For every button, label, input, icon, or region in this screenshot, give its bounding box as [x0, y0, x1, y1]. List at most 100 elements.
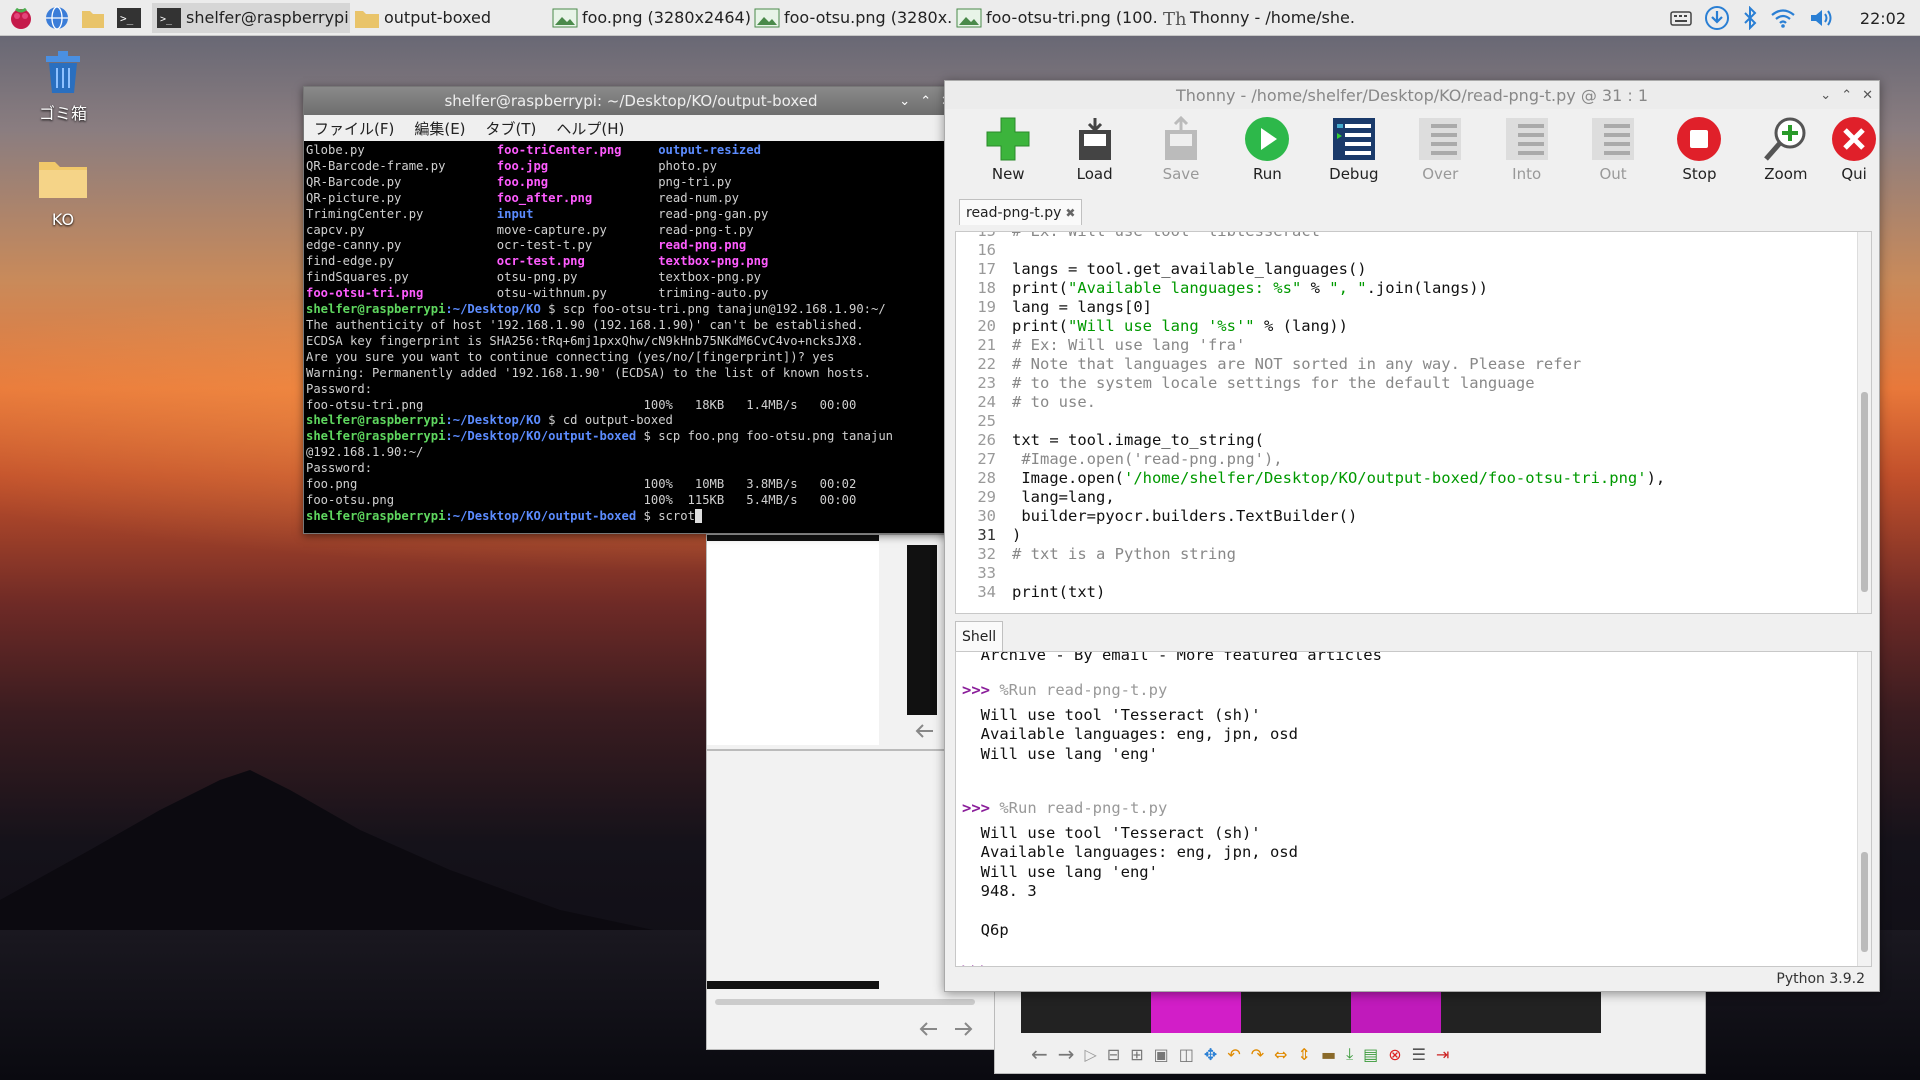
keyboard-icon[interactable] [1670, 9, 1692, 27]
step-out-button[interactable]: Out [1570, 109, 1656, 183]
run-button[interactable]: Run [1224, 109, 1310, 183]
menu-tabs[interactable]: タブ(T) [486, 118, 537, 139]
code-line[interactable]: # txt is a Python string [1012, 545, 1857, 564]
shell-line: Q6p [962, 921, 1009, 939]
delete-icon[interactable]: ⊗ [1388, 1045, 1401, 1064]
save-button[interactable]: Save [1138, 109, 1224, 183]
rotate-right-icon[interactable]: ↷ [1251, 1045, 1264, 1064]
code-line[interactable]: Image.open('/home/shelfer/Desktop/KO/out… [1012, 469, 1857, 488]
preferences-icon[interactable]: ☰ [1412, 1045, 1426, 1064]
terminal-titlebar[interactable]: shelfer@raspberrypi: ~/Desktop/KO/output… [304, 87, 958, 115]
stop-button[interactable]: Stop [1656, 109, 1742, 183]
terminal-launcher-icon[interactable]: >_ [114, 3, 144, 33]
tab-shell[interactable]: Shell [955, 621, 1004, 651]
download-updates-icon[interactable] [1704, 5, 1730, 31]
interpreter-status[interactable]: Python 3.9.2 [1776, 971, 1865, 987]
wifi-icon[interactable] [1770, 7, 1796, 29]
task-thonny[interactable]: Th Thonny - /home/she... [1156, 3, 1356, 33]
code-line[interactable] [1012, 564, 1857, 583]
maximize-icon[interactable]: ⌃ [920, 94, 931, 109]
zoom-out-icon[interactable]: ⊟ [1107, 1045, 1120, 1064]
python-shell[interactable]: Archive - By email - More featured artic… [955, 651, 1872, 967]
task-image-foo-otsu[interactable]: foo-otsu.png (3280x... [750, 3, 952, 33]
desktop-trash[interactable]: ゴミ箱 [18, 46, 108, 124]
new-button[interactable]: New [965, 109, 1051, 183]
code-text[interactable]: # Ex: Will use tool 'libtesseract' langs … [1012, 232, 1857, 602]
load-button[interactable]: Load [1051, 109, 1137, 183]
quit-icon[interactable]: ⇥ [1436, 1045, 1449, 1064]
fit-icon[interactable]: ▣ [1154, 1045, 1169, 1064]
code-line[interactable]: # to the system locale settings for the … [1012, 374, 1857, 393]
code-line[interactable]: txt = tool.image_to_string( [1012, 431, 1857, 450]
desktop-folder-ko[interactable]: KO [18, 156, 108, 229]
code-line[interactable]: # to use. [1012, 393, 1857, 412]
slideshow-icon[interactable]: ▷ [1085, 1045, 1097, 1064]
code-line[interactable]: print(txt) [1012, 583, 1857, 602]
clock[interactable]: 22:02 [1860, 9, 1906, 28]
arrow-left-icon[interactable] [913, 721, 937, 741]
code-line[interactable]: # Ex: Will use lang 'fra' [1012, 336, 1857, 355]
task-file-manager[interactable]: output-boxed [350, 3, 548, 33]
task-image-foo-otsu-tri[interactable]: foo-otsu-tri.png (100... [952, 3, 1156, 33]
code-line[interactable]: langs = tool.get_available_languages() [1012, 260, 1857, 279]
next-image-icon[interactable]: → [1058, 1042, 1075, 1066]
prev-image-icon[interactable]: ← [1031, 1042, 1048, 1066]
close-tab-icon[interactable]: ✖ [1065, 206, 1075, 220]
arrow-right-icon[interactable] [951, 1019, 975, 1039]
code-line[interactable]: print("Available languages: %s" % ", ".j… [1012, 279, 1857, 298]
save-as-icon[interactable]: ▤ [1363, 1045, 1378, 1064]
open-file-icon[interactable]: ▬ [1321, 1045, 1336, 1064]
zoom-button[interactable]: Zoom [1743, 109, 1829, 183]
original-size-icon[interactable]: ◫ [1179, 1045, 1194, 1064]
step-over-button[interactable]: Over [1397, 109, 1483, 183]
flip-vertical-icon[interactable]: ⇕ [1298, 1045, 1311, 1064]
web-browser-icon[interactable] [42, 3, 72, 33]
zoom-in-icon[interactable]: ⊞ [1130, 1045, 1143, 1064]
code-line[interactable]: # Ex: Will use tool 'libtesseract' [1012, 232, 1857, 241]
file-manager-icon[interactable] [78, 3, 108, 33]
quit-button[interactable]: Qui [1829, 109, 1879, 183]
code-line[interactable] [1012, 241, 1857, 260]
menu-edit[interactable]: 編集(E) [414, 118, 465, 139]
code-line[interactable]: # Note that languages are NOT sorted in … [1012, 355, 1857, 374]
code-line[interactable]: ) [1012, 526, 1857, 545]
save-file-icon[interactable]: ⤓ [1346, 1044, 1353, 1064]
terminal-line: foo-otsu-tri.png otsu-withnum.py triming… [306, 286, 944, 302]
maximize-icon[interactable]: ⌃ [1841, 88, 1852, 103]
rotate-left-icon[interactable]: ↶ [1227, 1045, 1240, 1064]
code-line[interactable]: builder=pyocr.builders.TextBuilder() [1012, 507, 1857, 526]
code-line[interactable]: print("Will use lang '%s'" % (lang)) [1012, 317, 1857, 336]
raspberry-menu-icon[interactable] [6, 3, 36, 33]
file-name: textbox-png.png [658, 254, 769, 269]
code-editor[interactable]: 15 16 17 18 19 20 21 22 23 24 25 26 27 28 29 30 31 32 33 34… [955, 231, 1872, 614]
debug-button[interactable]: Debug [1311, 109, 1397, 183]
terminal-output[interactable]: Globe.py foo-triCenter.png output-resize… [304, 143, 944, 533]
thonny-window[interactable]: Thonny - /home/shelfer/Desktop/KO/read-p… [944, 80, 1880, 992]
code-line[interactable]: lang = langs[0] [1012, 298, 1857, 317]
code-line[interactable]: #Image.open('read-png.png'), [1012, 450, 1857, 469]
minimize-icon[interactable]: ⌄ [1820, 88, 1831, 103]
terminal-window[interactable]: shelfer@raspberrypi: ~/Desktop/KO/output… [303, 86, 959, 534]
code-line[interactable] [1012, 412, 1857, 431]
flip-horizontal-icon[interactable]: ⇔ [1274, 1045, 1287, 1064]
shell-output[interactable]: Archive - By email - More featured artic… [962, 652, 1857, 966]
task-image-foo[interactable]: foo.png (3280x2464)... [548, 3, 750, 33]
volume-icon[interactable] [1808, 7, 1834, 29]
shell-scrollbar[interactable] [1857, 652, 1871, 966]
menu-help[interactable]: ヘルプ(H) [556, 118, 624, 139]
minimize-icon[interactable]: ⌄ [899, 94, 910, 109]
thonny-titlebar[interactable]: Thonny - /home/shelfer/Desktop/KO/read-p… [945, 81, 1879, 109]
step-into-button[interactable]: Into [1483, 109, 1569, 183]
code-line[interactable]: lang=lang, [1012, 488, 1857, 507]
menu-file[interactable]: ファイル(F) [314, 118, 394, 139]
task-terminal[interactable]: >_ shelfer@raspberrypi: ... [152, 2, 350, 33]
arrow-left-icon[interactable] [917, 1019, 941, 1039]
fullscreen-icon[interactable]: ✥ [1204, 1045, 1217, 1064]
horizontal-scrollbar[interactable] [715, 999, 975, 1005]
image-viewer-window-3[interactable]: ← → ▷ ⊟ ⊞ ▣ ◫ ✥ ↶ ↷ ⇔ ⇕ ▬ ⤓ ▤ ⊗ ☰ ⇥ [994, 988, 1706, 1074]
prompt-path: :~/Desktop/KO [445, 413, 541, 428]
bluetooth-icon[interactable] [1742, 6, 1758, 30]
tab-read-png-t[interactable]: read-png-t.py ✖ [959, 199, 1083, 225]
editor-scrollbar[interactable] [1857, 232, 1871, 613]
close-icon[interactable]: ✕ [1862, 88, 1873, 103]
